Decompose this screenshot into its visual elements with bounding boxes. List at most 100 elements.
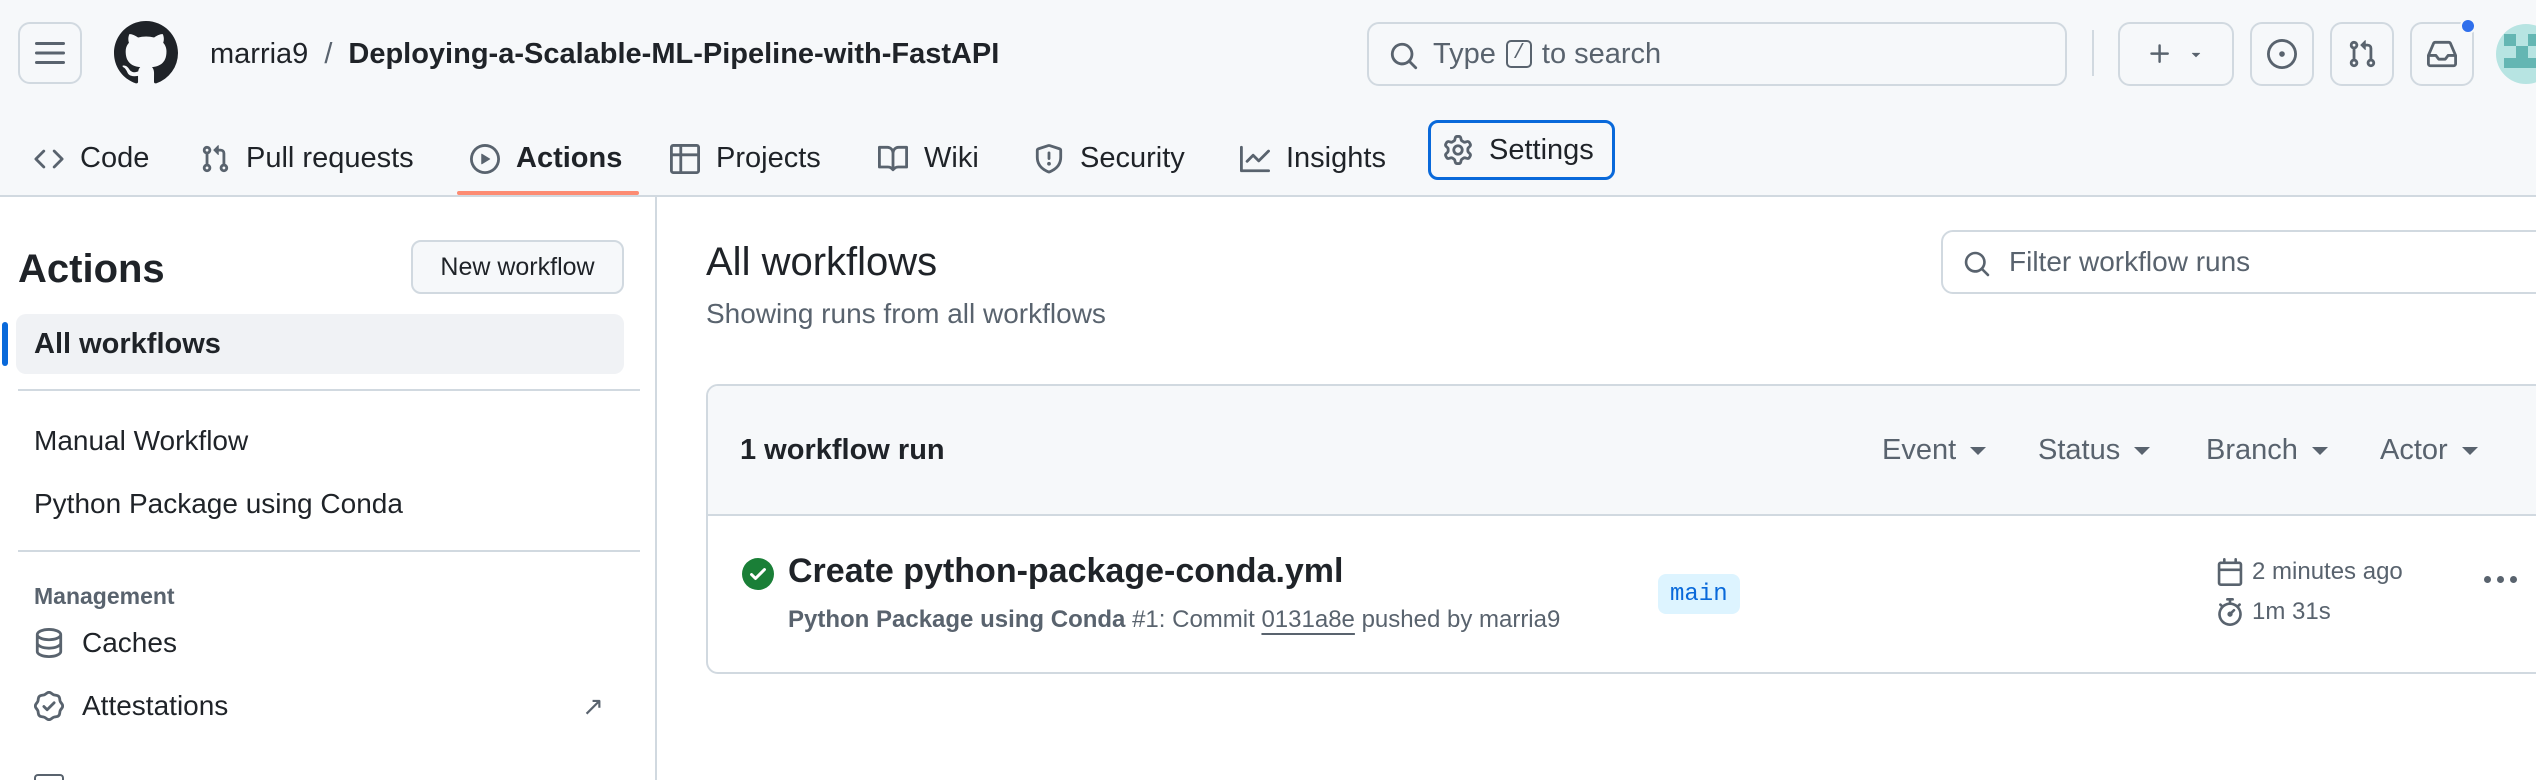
database-icon xyxy=(35,628,63,658)
git-pull-request-icon xyxy=(2349,40,2376,68)
avatar[interactable] xyxy=(2496,24,2536,84)
management-heading: Management xyxy=(34,583,175,609)
book-icon xyxy=(878,145,908,171)
tab-label: Pull requests xyxy=(246,142,414,174)
tab-label: Insights xyxy=(1286,142,1386,174)
calendar-icon xyxy=(2217,558,2243,586)
stopwatch-icon xyxy=(2218,598,2242,626)
sidebar-item-caches[interactable]: Caches xyxy=(34,627,177,659)
divider xyxy=(18,389,640,391)
runs-header: 1 workflow run Event Status Branch Actor xyxy=(708,386,2536,516)
create-new-button[interactable] xyxy=(2118,22,2234,86)
graph-icon xyxy=(1240,145,1270,172)
tab-settings[interactable]: Settings xyxy=(1428,120,1615,180)
play-icon xyxy=(470,143,500,174)
search-input[interactable]: Type / to search xyxy=(1367,22,2067,86)
repo-tabs: Code Pull requests Actions Projects Wiki… xyxy=(0,120,2536,197)
breadcrumb-separator: / xyxy=(324,38,333,70)
tab-code[interactable]: Code xyxy=(34,120,149,197)
sidebar-item-label: Attestations xyxy=(82,690,229,721)
tab-label: Code xyxy=(80,142,150,174)
gear-icon xyxy=(1444,135,1472,165)
tab-pull-requests[interactable]: Pull requests xyxy=(200,120,414,197)
issues-button[interactable] xyxy=(2250,22,2314,86)
tab-security[interactable]: Security xyxy=(1034,120,1185,197)
page-subtitle: Showing runs from all workflows xyxy=(706,298,1106,329)
tab-label: Actions xyxy=(516,142,623,174)
pull-request-icon xyxy=(202,144,229,172)
menu-button[interactable] xyxy=(18,22,82,84)
tab-projects[interactable]: Projects xyxy=(670,120,821,197)
triangle-down-icon xyxy=(2311,446,2328,455)
breadcrumb: marria9 / Deploying-a-Scalable-ML-Pipeli… xyxy=(210,32,999,76)
time-ago-text: 2 minutes ago xyxy=(2252,558,2403,585)
run-number: #1 xyxy=(1132,606,1159,633)
sidebar-title: Actions xyxy=(18,247,165,291)
run-commit-label: : Commit xyxy=(1158,606,1255,633)
status-filter-dropdown[interactable]: Status xyxy=(2038,434,2151,467)
tab-label: Projects xyxy=(716,142,821,174)
tab-label: Security xyxy=(1080,142,1185,174)
triangle-down-icon xyxy=(1970,446,1987,455)
triangle-down-icon xyxy=(2134,446,2151,455)
search-placeholder-prefix: Type xyxy=(1433,37,1496,70)
hamburger-icon xyxy=(35,42,65,64)
divider xyxy=(18,550,640,552)
triangle-down-icon xyxy=(2191,52,2201,58)
check-circle-fill-icon xyxy=(742,558,774,590)
search-icon xyxy=(1390,42,1418,70)
repo-owner-link[interactable]: marria9 xyxy=(210,32,308,76)
dropdown-label: Status xyxy=(2038,434,2121,466)
notification-dot xyxy=(2460,18,2476,34)
duration-text: 1m 31s xyxy=(2252,598,2331,625)
actions-sidebar: Actions New workflow All workflows Manua… xyxy=(0,197,657,780)
commit-sha-link[interactable]: 0131a8e xyxy=(1261,606,1354,633)
tab-label: Settings xyxy=(1489,133,1594,166)
github-logo-icon[interactable] xyxy=(114,21,178,85)
sidebar-partial-icon xyxy=(34,774,64,780)
new-workflow-button[interactable]: New workflow xyxy=(411,240,624,294)
filter-placeholder: Filter workflow runs xyxy=(2009,246,2251,277)
tab-insights[interactable]: Insights xyxy=(1240,120,1386,197)
selected-indicator xyxy=(2,322,8,366)
tab-actions[interactable]: Actions xyxy=(470,120,622,197)
event-filter-dropdown[interactable]: Event xyxy=(1882,434,1987,467)
repo-name-link[interactable]: Deploying-a-Scalable-ML-Pipeline-with-Fa… xyxy=(348,32,999,76)
tab-wiki[interactable]: Wiki xyxy=(878,120,979,197)
external-link-icon: ↗ xyxy=(582,690,604,721)
search-icon xyxy=(1964,251,1990,277)
issue-opened-icon xyxy=(2267,39,2297,69)
sidebar-item-python-package-conda[interactable]: Python Package using Conda xyxy=(34,488,403,520)
sidebar-item-all-workflows[interactable]: All workflows xyxy=(16,314,624,374)
sidebar-item-manual-workflow[interactable]: Manual Workflow xyxy=(34,425,248,457)
active-tab-indicator xyxy=(457,191,639,195)
sidebar-item-label: Caches xyxy=(82,627,177,658)
global-header: marria9 / Deploying-a-Scalable-ML-Pipeli… xyxy=(0,0,2536,197)
branch-badge[interactable]: main xyxy=(1658,574,1740,614)
run-meta: Python Package using Conda #1: Commit 01… xyxy=(788,606,1560,634)
page-title: All workflows xyxy=(706,240,938,284)
shield-icon xyxy=(1035,143,1063,173)
plus-icon xyxy=(2150,44,2169,63)
run-title-link[interactable]: Create python-package-conda.yml xyxy=(788,552,1343,591)
dropdown-label: Event xyxy=(1882,434,1957,466)
kebab-menu-icon[interactable] xyxy=(2484,576,2517,583)
workflow-runs-box: 1 workflow run Event Status Branch Actor… xyxy=(706,384,2536,674)
table-icon xyxy=(670,143,700,174)
verified-icon xyxy=(34,691,64,721)
filter-runs-input[interactable]: Filter workflow runs xyxy=(1941,230,2536,294)
triangle-down-icon xyxy=(2461,446,2478,455)
dropdown-label: Actor xyxy=(2380,434,2448,466)
inbox-icon xyxy=(2427,40,2457,68)
code-icon xyxy=(34,149,64,168)
branch-filter-dropdown[interactable]: Branch xyxy=(2206,434,2328,467)
pull-requests-button[interactable] xyxy=(2330,22,2394,86)
actor-filter-dropdown[interactable]: Actor xyxy=(2380,434,2478,467)
run-pushed-by: pushed by marria9 xyxy=(1361,606,1561,633)
run-workflow-name: Python Package using Conda xyxy=(788,606,1126,633)
dropdown-label: Branch xyxy=(2206,434,2298,466)
run-count: 1 workflow run xyxy=(740,434,945,466)
search-placeholder-suffix: to search xyxy=(1541,37,1662,70)
sidebar-item-attestations[interactable]: Attestations ↗ xyxy=(34,690,604,722)
run-duration: 1m 31s xyxy=(2216,598,2331,626)
